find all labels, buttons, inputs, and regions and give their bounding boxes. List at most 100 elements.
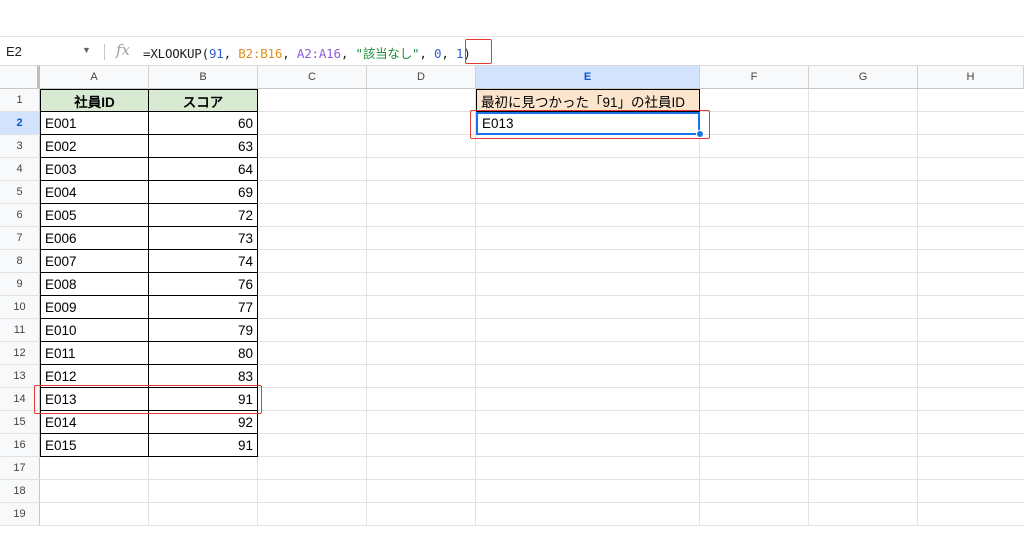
formula-token: =XLOOKUP( xyxy=(143,46,209,61)
gridline xyxy=(366,388,367,410)
sheet-row: 6 E005 72 xyxy=(0,204,1024,227)
gridline xyxy=(366,158,367,180)
column-header-a[interactable]: A xyxy=(40,66,149,88)
gridline xyxy=(475,342,476,364)
column-header-e[interactable]: E xyxy=(476,66,700,88)
gridline xyxy=(808,434,809,456)
column-header-h[interactable]: H xyxy=(918,66,1024,88)
row-header[interactable]: 15 xyxy=(0,411,40,433)
gridline xyxy=(475,273,476,295)
cell-employee-id[interactable]: E014 xyxy=(40,411,149,434)
cell-employee-id[interactable]: E015 xyxy=(40,434,149,457)
cell-score[interactable]: 69 xyxy=(149,181,258,204)
cell-header-employee-id[interactable]: 社員ID xyxy=(40,89,149,112)
formula-argument-highlight xyxy=(465,39,492,64)
row-header[interactable]: 3 xyxy=(0,135,40,157)
gridline xyxy=(808,388,809,410)
sheet-row: 17 xyxy=(0,457,1024,480)
row-header[interactable]: 11 xyxy=(0,319,40,341)
formula-token: "該当なし" xyxy=(355,46,420,61)
gridline xyxy=(699,296,700,318)
row-header[interactable]: 8 xyxy=(0,250,40,272)
cell-employee-id[interactable]: E010 xyxy=(40,319,149,342)
column-header-b[interactable]: B xyxy=(149,66,258,88)
gridline xyxy=(366,365,367,387)
cell-score[interactable]: 92 xyxy=(149,411,258,434)
row-header[interactable]: 12 xyxy=(0,342,40,364)
row-header[interactable]: 19 xyxy=(0,503,40,525)
cell-score[interactable]: 74 xyxy=(149,250,258,273)
cell-header-score[interactable]: スコア xyxy=(149,89,258,112)
gridline xyxy=(808,112,809,134)
top-whitespace xyxy=(0,0,1024,36)
select-all-corner[interactable] xyxy=(0,66,40,88)
gridline xyxy=(808,411,809,433)
cell-employee-id[interactable]: E003 xyxy=(40,158,149,181)
gridline xyxy=(366,250,367,272)
gridline xyxy=(808,319,809,341)
gridline xyxy=(808,365,809,387)
formula-input[interactable]: =XLOOKUP(91, B2:B16, A2:A16, "該当なし", 0, … xyxy=(143,43,471,62)
row-header[interactable]: 18 xyxy=(0,480,40,502)
cell-result-header[interactable]: 最初に見つかった「91」の社員ID xyxy=(476,89,700,112)
gridline xyxy=(917,434,918,456)
column-header-f[interactable]: F xyxy=(700,66,809,88)
cell-score[interactable]: 76 xyxy=(149,273,258,296)
row-header[interactable]: 10 xyxy=(0,296,40,318)
cell-employee-id[interactable]: E005 xyxy=(40,204,149,227)
gridline xyxy=(475,158,476,180)
gridline xyxy=(366,135,367,157)
sheet-row: 9 E008 76 xyxy=(0,273,1024,296)
gridline xyxy=(917,457,918,479)
cell-score[interactable]: 64 xyxy=(149,158,258,181)
row-header[interactable]: 16 xyxy=(0,434,40,456)
gridline xyxy=(699,457,700,479)
gridline xyxy=(917,181,918,203)
chevron-down-icon[interactable]: ▼ xyxy=(82,45,91,55)
gridline xyxy=(366,296,367,318)
row-header[interactable]: 17 xyxy=(0,457,40,479)
cell-score[interactable]: 79 xyxy=(149,319,258,342)
cell-employee-id[interactable]: E006 xyxy=(40,227,149,250)
cell-score[interactable]: 77 xyxy=(149,296,258,319)
cell-employee-id[interactable]: E004 xyxy=(40,181,149,204)
cell-score[interactable]: 63 xyxy=(149,135,258,158)
gridline xyxy=(257,503,258,525)
gridline xyxy=(366,434,367,456)
cell-employee-id[interactable]: E007 xyxy=(40,250,149,273)
cell-employee-id[interactable]: E009 xyxy=(40,296,149,319)
cell-employee-id[interactable]: E002 xyxy=(40,135,149,158)
gridline xyxy=(699,503,700,525)
row-header[interactable]: 7 xyxy=(0,227,40,249)
match-row-highlight-box xyxy=(34,385,262,414)
gridline xyxy=(808,342,809,364)
column-header-g[interactable]: G xyxy=(809,66,918,88)
cell-employee-id[interactable]: E011 xyxy=(40,342,149,365)
cell-score[interactable]: 73 xyxy=(149,227,258,250)
gridline xyxy=(917,319,918,341)
cell-employee-id[interactable]: E001 xyxy=(40,112,149,135)
gridline xyxy=(917,204,918,226)
row-header[interactable]: 13 xyxy=(0,365,40,387)
gridline xyxy=(475,457,476,479)
gridline xyxy=(917,342,918,364)
cell-employee-id[interactable]: E008 xyxy=(40,273,149,296)
formula-bar-divider xyxy=(104,44,105,60)
cell-score[interactable]: 91 xyxy=(149,434,258,457)
gridline xyxy=(917,250,918,272)
row-header[interactable]: 1 xyxy=(0,89,40,111)
cell-score[interactable]: 80 xyxy=(149,342,258,365)
row-header[interactable]: 5 xyxy=(0,181,40,203)
gridline xyxy=(475,296,476,318)
column-header-d[interactable]: D xyxy=(367,66,476,88)
column-header-c[interactable]: C xyxy=(258,66,367,88)
row-header[interactable]: 6 xyxy=(0,204,40,226)
row-header[interactable]: 9 xyxy=(0,273,40,295)
cell-score[interactable]: 72 xyxy=(149,204,258,227)
row-header[interactable]: 2 xyxy=(0,112,40,134)
gridline xyxy=(366,112,367,134)
row-header[interactable]: 4 xyxy=(0,158,40,180)
cell-score[interactable]: 60 xyxy=(149,112,258,135)
sheet-row: 15 E014 92 xyxy=(0,411,1024,434)
gridline xyxy=(699,227,700,249)
